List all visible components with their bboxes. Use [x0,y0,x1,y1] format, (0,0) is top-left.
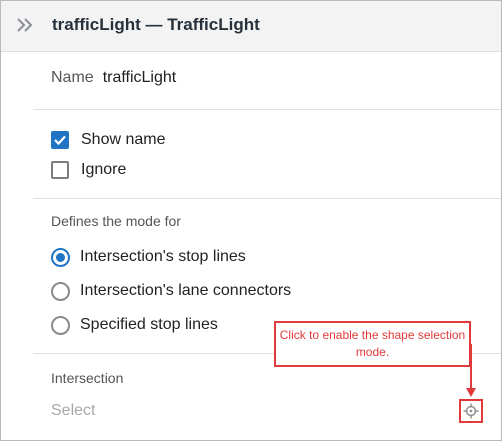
callout-arrowhead [466,388,476,397]
panel-header: trafficLight — TrafficLight [1,1,501,52]
shape-selection-button[interactable] [459,399,483,423]
name-value[interactable]: trafficLight [103,69,177,86]
radio-intersection-lane-connectors[interactable]: Intersection's lane connectors [51,280,291,302]
show-name-checkbox-row[interactable]: Show name [51,129,166,151]
panel-title: trafficLight — TrafficLight [52,15,260,34]
callout-connector [470,344,472,391]
radio-button[interactable] [51,247,70,267]
crosshair-target-icon [463,403,479,419]
name-row: Name trafficLight [51,69,176,87]
properties-panel: trafficLight — TrafficLight Name trafficL… [0,0,502,441]
ignore-checkbox[interactable] [51,161,69,179]
radio-button[interactable] [51,281,70,301]
name-label: Name [51,69,94,86]
ignore-checkbox-row[interactable]: Ignore [51,159,126,181]
callout-annotation: Click to enable the shape selection mode… [274,321,471,367]
radio-intersection-stop-lines[interactable]: Intersection's stop lines [51,246,246,268]
radio-label: Intersection's stop lines [80,248,246,265]
divider [33,198,501,199]
divider [33,109,501,110]
intersection-select[interactable]: Select [51,402,451,420]
ignore-label: Ignore [81,161,127,178]
checkmark-icon [54,135,66,146]
intersection-section-label: Intersection [51,370,124,386]
radio-specified-stop-lines[interactable]: Specified stop lines [51,314,218,336]
radio-label: Intersection's lane connectors [80,282,292,299]
radio-label: Specified stop lines [80,316,218,333]
radio-button[interactable] [51,315,70,335]
double-chevron-right-icon[interactable] [15,15,35,35]
mode-section-label: Defines the mode for [51,213,181,229]
show-name-label: Show name [81,131,166,148]
show-name-checkbox[interactable] [51,131,69,149]
